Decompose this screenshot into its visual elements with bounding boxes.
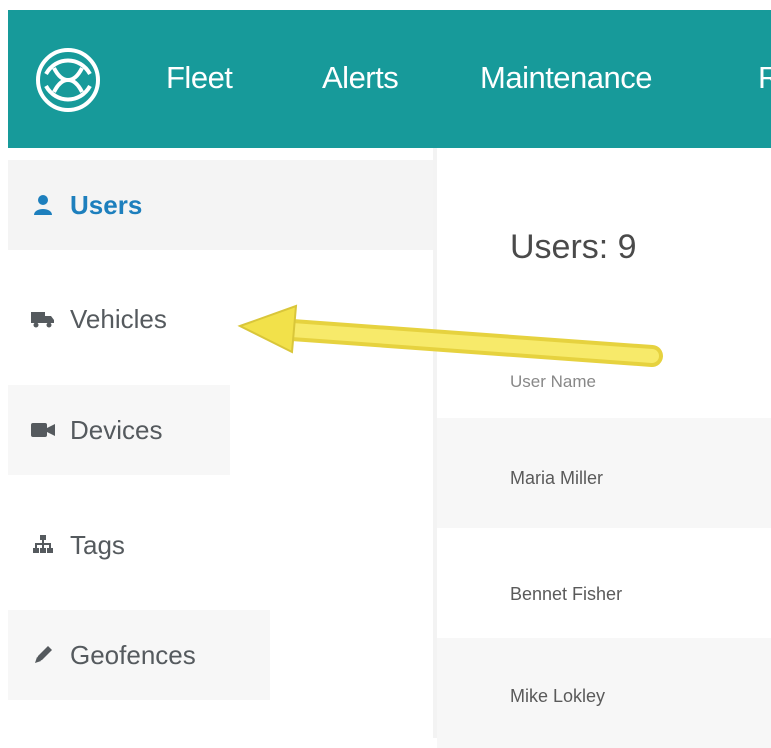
truck-icon — [30, 306, 56, 332]
table-row[interactable]: Bennet Fisher — [437, 528, 771, 638]
sidebar-item-label: Users — [70, 189, 143, 220]
nav-item-truncated[interactable]: R — [758, 60, 771, 96]
sidebar-item-label: Devices — [70, 414, 163, 445]
video-camera-icon — [30, 417, 56, 443]
table-row[interactable]: Maria Miller — [437, 418, 771, 528]
nav-alerts[interactable]: Alerts — [322, 60, 399, 96]
nav-maintenance[interactable]: Maintenance — [480, 60, 653, 96]
table-cell-user-name: Maria Miller — [510, 468, 604, 488]
pencil-icon — [30, 642, 56, 668]
sidebar-item-users[interactable]: Users — [8, 160, 433, 250]
main-content: Users: 9 User Name Maria Miller Bennet F… — [437, 148, 771, 748]
table-row[interactable]: Mike Lokley — [437, 638, 771, 748]
sidebar-item-tags[interactable]: Tags — [8, 500, 125, 590]
sidebar-item-devices[interactable]: Devices — [8, 385, 230, 475]
logo-icon[interactable] — [32, 44, 104, 116]
sitemap-icon — [30, 532, 56, 558]
sidebar-item-vehicles[interactable]: Vehicles — [8, 274, 167, 364]
sidebar-item-geofences[interactable]: Geofences — [8, 610, 270, 700]
sidebar-item-label: Geofences — [70, 639, 196, 670]
top-navbar: Fleet Alerts Maintenance R — [8, 10, 771, 148]
table-cell-user-name: Mike Lokley — [510, 686, 606, 706]
sidebar-item-label: Vehicles — [70, 303, 167, 334]
nav-fleet[interactable]: Fleet — [166, 60, 233, 96]
page-title: Users: 9 — [510, 228, 637, 266]
sidebar-item-label: Tags — [70, 529, 125, 560]
sidebar: Users Vehicles Devices Tags Geofences — [8, 148, 433, 738]
column-header-user-name[interactable]: User Name — [510, 372, 596, 392]
table-cell-user-name: Bennet Fisher — [510, 584, 623, 604]
user-icon — [30, 192, 56, 218]
